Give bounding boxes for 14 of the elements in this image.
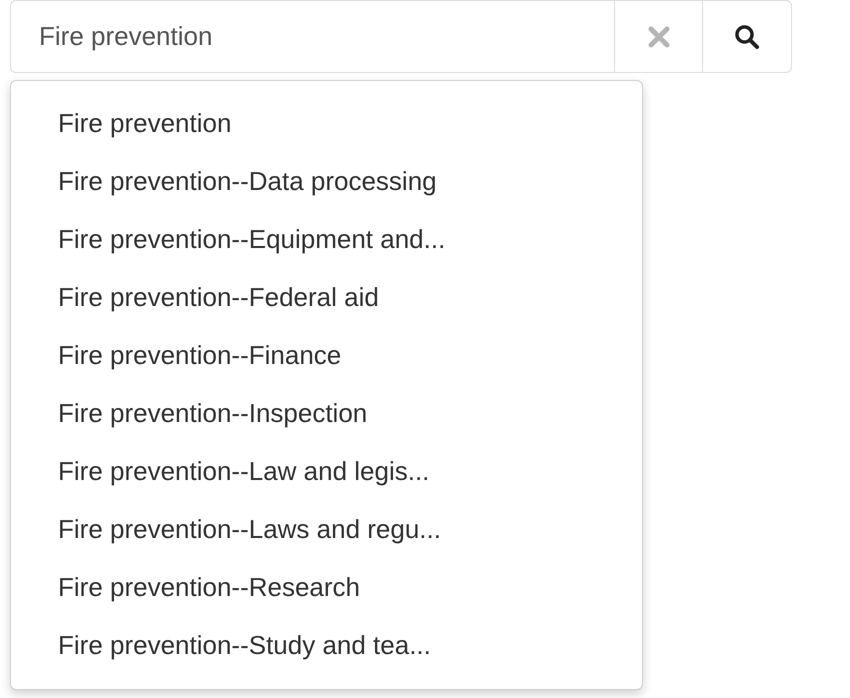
suggestion-item[interactable]: Fire prevention--Federal aid	[11, 268, 642, 326]
suggestion-item[interactable]: Fire prevention--Law and legis...	[11, 442, 642, 500]
suggestion-item[interactable]: Fire prevention--Equipment and...	[11, 210, 642, 268]
suggestion-item[interactable]: Fire prevention	[11, 94, 642, 152]
suggestion-item[interactable]: Fire prevention--Finance	[11, 326, 642, 384]
suggestion-item[interactable]: Fire prevention--Research	[11, 558, 642, 616]
search-field[interactable]: Fire prevention	[10, 0, 615, 73]
suggestion-item[interactable]: Fire prevention--Study and tea...	[11, 616, 642, 674]
close-icon	[648, 26, 670, 48]
suggestion-item[interactable]: Fire prevention--Inspection	[11, 384, 642, 442]
search-icon	[734, 24, 760, 50]
search-button[interactable]	[703, 0, 792, 73]
suggestion-item[interactable]: Fire prevention--Data processing	[11, 152, 642, 210]
suggestion-item[interactable]: Fire prevention--Laws and regu...	[11, 500, 642, 558]
